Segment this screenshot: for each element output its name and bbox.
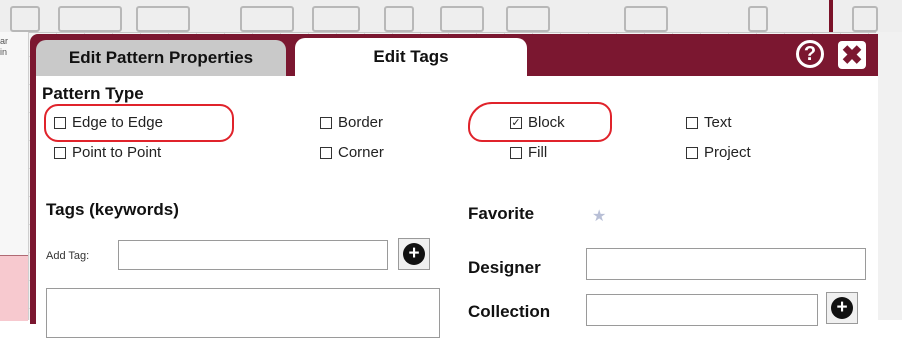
checkbox-label: Fill [528,144,548,161]
background-scroll-marker [829,0,833,32]
checkbox-label: Border [338,114,384,131]
checkbox-label: Text [704,114,732,131]
star-icon[interactable]: ★ [592,206,606,226]
checkbox-point-to-point[interactable]: Point to Point [54,144,161,161]
background-pattern-preview [0,255,28,321]
toolbar-icon-3[interactable] [136,6,190,32]
plus-icon: + [831,297,853,319]
add-collection-button[interactable]: + [826,292,858,324]
edit-pattern-dialog: Edit Pattern Properties Edit Tags ? ✖ Pa… [30,34,878,338]
tab-label: Edit Pattern Properties [68,48,254,67]
checkbox-box[interactable] [510,146,522,159]
designer-label: Designer [468,258,541,277]
plus-icon: + [403,243,425,265]
toolbar-icon-7[interactable] [440,6,484,32]
checkbox-box[interactable] [686,146,698,159]
help-icon[interactable]: ? [796,40,824,68]
background-toolbar [0,0,902,33]
toolbar-icon-2[interactable] [58,6,122,32]
close-icon[interactable]: ✖ [838,41,866,69]
pattern-type-title: Pattern Type [42,84,144,103]
toolbar-icon-4[interactable] [240,6,294,32]
tab-label: Edit Tags [373,47,449,66]
checkbox-label: Point to Point [72,144,162,161]
collection-input[interactable] [586,294,818,326]
red-annotation-edge-to-edge [44,104,234,142]
checkbox-label: Project [704,144,751,161]
checkbox-box[interactable] [54,146,66,159]
checkbox-label: Corner [338,144,384,161]
checkbox-box[interactable] [320,146,332,159]
checkbox-project[interactable]: Project [686,144,751,161]
checkbox-box[interactable] [686,116,698,129]
sidebar-text: in [0,47,8,57]
collection-label: Collection [468,302,551,321]
designer-input[interactable] [586,248,866,280]
toolbar-icon-11[interactable] [852,6,878,32]
toolbar-icon-6[interactable] [384,6,414,32]
toolbar-icon-8[interactable] [506,6,550,32]
sidebar-text: ar [0,36,9,46]
tab-edit-tags[interactable]: Edit Tags [295,38,527,76]
toolbar-icon-1[interactable] [10,6,40,32]
toolbar-icon-10[interactable] [748,6,768,32]
checkbox-text[interactable]: Text [686,114,732,131]
add-tag-input[interactable] [118,240,388,270]
checkbox-box[interactable] [320,116,332,129]
favorite-label: Favorite [468,204,535,223]
tags-title: Tags (keywords) [46,200,179,219]
toolbar-icon-9[interactable] [624,6,668,32]
toolbar-icon-5[interactable] [312,6,360,32]
red-annotation-block [468,102,612,142]
checkbox-fill[interactable]: Fill [510,144,547,161]
checkbox-border[interactable]: Border [320,114,383,131]
add-tag-label: Add Tag: [46,250,90,262]
tags-list-box[interactable] [46,288,440,338]
edit-tags-panel: Pattern Type Edge to Edge Border ✓ Block… [36,76,878,338]
add-tag-button[interactable]: + [398,238,430,270]
checkbox-corner[interactable]: Corner [320,144,384,161]
tab-edit-pattern-properties[interactable]: Edit Pattern Properties [36,40,286,76]
background-right-panel [876,32,902,320]
